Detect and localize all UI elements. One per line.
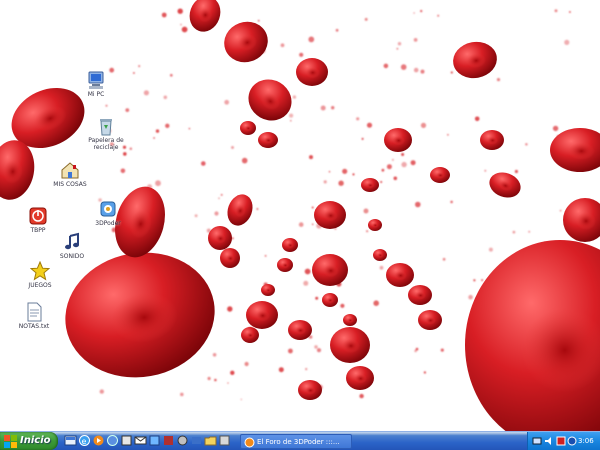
folder-icon[interactable] [204,434,217,447]
app-icon[interactable] [176,434,189,447]
red-app-icon [29,207,47,225]
task-title: El Foro de 3DPoder :::... [257,438,340,446]
icon-label: Mi PC [87,91,105,98]
program-icon [100,201,116,217]
svg-text:e: e [82,437,87,446]
desktop-icon-sonido[interactable]: SONIDO [42,232,102,260]
icon-label: NOTAS.txt [18,323,50,330]
mail-icon[interactable] [134,434,147,447]
icon-label: 3DPoder [95,220,121,227]
desktop-icon-juegos[interactable]: JUEGOS [10,261,70,289]
icon-label: SONIDO [59,253,85,260]
desktop-icon-tbpp[interactable]: TBPP [8,206,68,234]
desktop-icon-mis-cosas[interactable]: MIS COSAS [40,160,100,188]
start-label: Inicio [20,435,51,446]
icon-label: Papelera de reciclaje [88,137,124,151]
recycle-bin-icon [100,119,112,136]
app-icon[interactable] [120,434,133,447]
browser-icon[interactable] [106,434,119,447]
desktop[interactable]: Mi PC Papelera de reciclaje MIS COSAS 3D… [0,0,600,431]
taskbar: Inicio e El Foro de 3DPoder :::... 3:06 [0,431,600,450]
bluetooth-icon[interactable] [567,436,577,446]
ie-icon[interactable]: e [78,434,91,447]
icon-label: JUEGOS [28,282,52,289]
clock[interactable]: 3:06 [578,432,594,450]
show-desktop-icon[interactable] [64,434,77,447]
desktop-icon-recycle-bin[interactable]: Papelera de reciclaje [76,116,136,151]
app-icon[interactable] [190,434,203,447]
browser-window-icon [244,437,255,448]
star-icon [30,261,50,281]
system-tray: 3:06 [527,432,600,450]
music-note-icon [65,232,79,250]
media-player-icon[interactable] [92,434,105,447]
taskbar-window-button[interactable]: El Foro de 3DPoder :::... [240,434,352,449]
app-icon[interactable] [162,434,175,447]
text-file-icon [27,302,42,322]
network-icon[interactable] [532,436,542,446]
desktop-icon-mi-pc[interactable]: Mi PC [66,70,126,98]
start-button[interactable]: Inicio [0,432,58,450]
antivirus-icon[interactable] [556,436,566,446]
volume-icon[interactable] [544,436,554,446]
app-icon[interactable] [218,434,231,447]
my-computer-icon [88,71,104,89]
icon-label: MIS COSAS [53,181,87,188]
desktop-icon-notas[interactable]: NOTAS.txt [4,302,64,330]
desktop-icon-3dpoder[interactable]: 3DPoder [78,199,138,227]
app-icon[interactable] [148,434,161,447]
windows-logo-icon [4,435,17,448]
folder-home-icon [61,162,79,179]
